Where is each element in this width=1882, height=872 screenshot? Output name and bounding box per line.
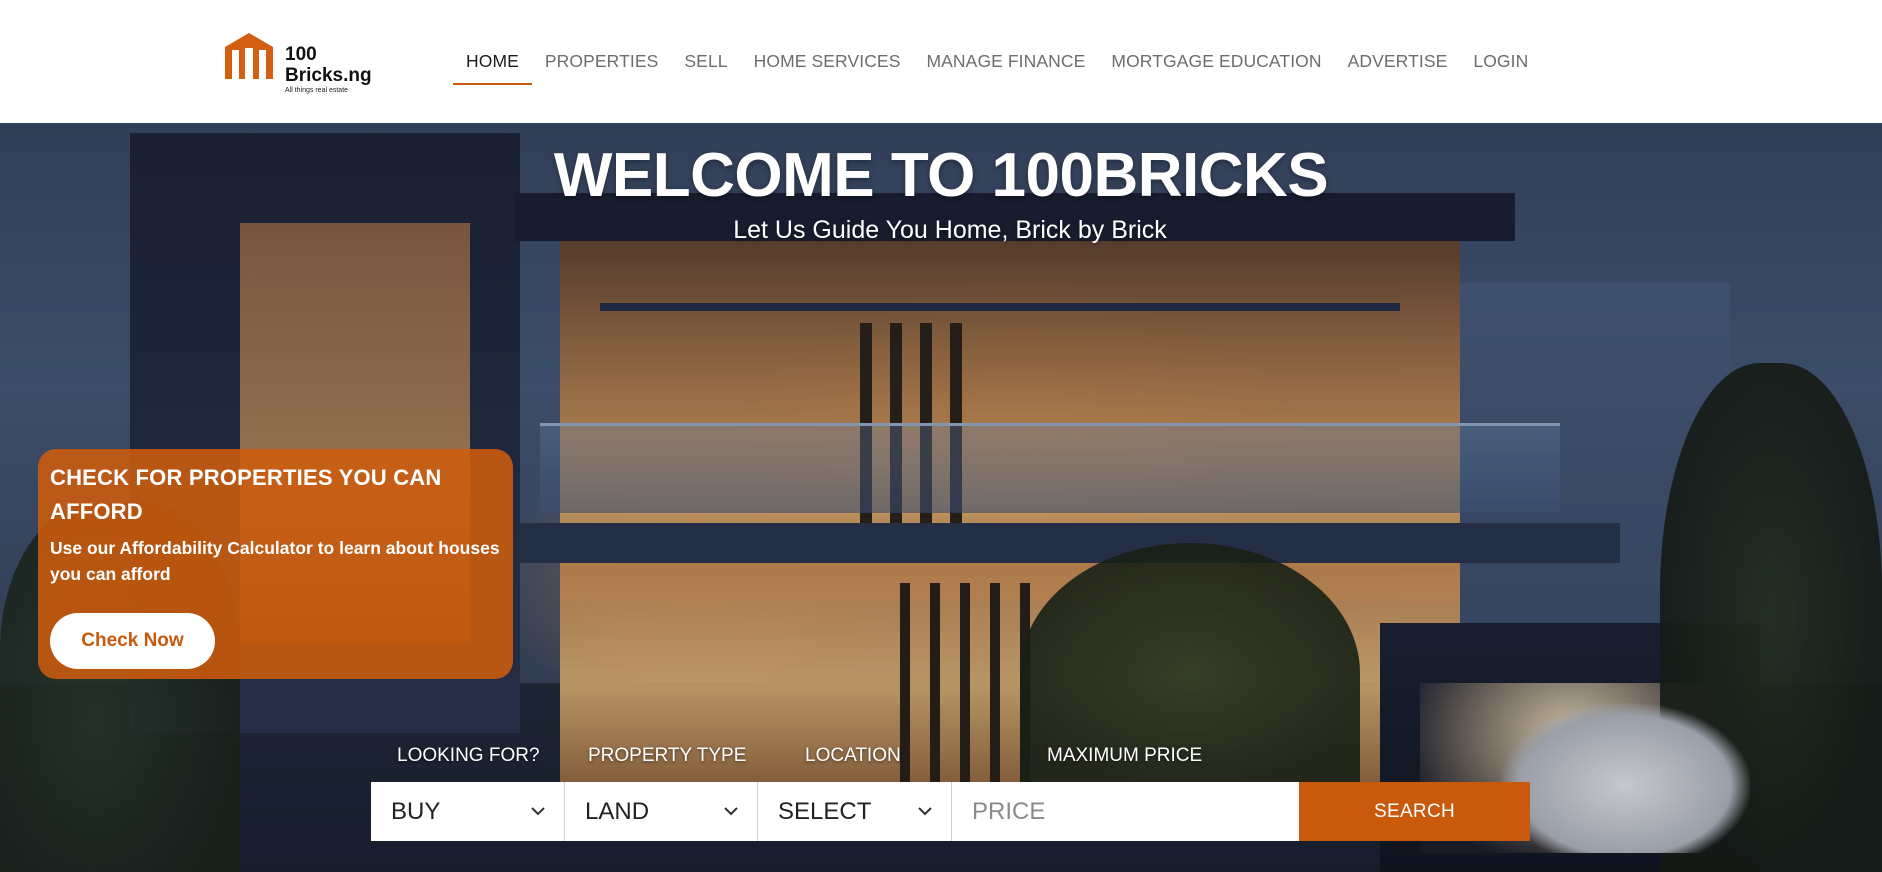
looking-for-value: BUY: [391, 797, 441, 825]
nav-advertise[interactable]: ADVERTISE: [1335, 0, 1461, 123]
chevron-down-icon: [918, 807, 932, 816]
nav-login[interactable]: LOGIN: [1460, 0, 1541, 123]
location-select[interactable]: SELECT: [758, 782, 952, 841]
main-nav: HOME PROPERTIES SELL HOME SERVICES MANAG…: [453, 0, 1541, 123]
looking-for-label: LOOKING FOR?: [397, 745, 540, 766]
site-header: 100 Bricks.ng All things real estate HOM…: [0, 0, 1882, 123]
chevron-down-icon: [724, 807, 738, 816]
affordability-card: CHECK FOR PROPERTIES YOU CAN AFFORD Use …: [38, 449, 513, 679]
site-logo[interactable]: 100 Bricks.ng All things real estate: [223, 29, 383, 94]
property-type-label: PROPERTY TYPE: [588, 745, 747, 766]
location-label: LOCATION: [805, 745, 901, 766]
affordability-description: Use our Affordability Calculator to lear…: [50, 538, 500, 584]
maximum-price-label: MAXIMUM PRICE: [1047, 745, 1203, 766]
property-type-value: LAND: [585, 797, 650, 825]
nav-home[interactable]: HOME: [453, 0, 532, 123]
property-type-select[interactable]: LAND: [565, 782, 758, 841]
max-price-input[interactable]: PRICE: [952, 782, 1299, 841]
affordability-title: CHECK FOR PROPERTIES YOU CAN AFFORD: [50, 465, 442, 524]
nav-sell[interactable]: SELL: [671, 0, 740, 123]
nav-home-services[interactable]: HOME SERVICES: [741, 0, 914, 123]
nav-properties[interactable]: PROPERTIES: [532, 0, 672, 123]
chevron-down-icon: [531, 807, 545, 816]
nav-manage-finance[interactable]: MANAGE FINANCE: [913, 0, 1098, 123]
hero-title: WELCOME TO 100BRICKS: [553, 141, 1329, 210]
logo-tagline: All things real estate: [285, 87, 349, 94]
location-value: SELECT: [778, 797, 872, 825]
hero-subtitle: Let Us Guide You Home, Brick by Brick: [733, 216, 1167, 244]
logo-line-1: 100: [285, 44, 317, 65]
looking-for-select[interactable]: BUY: [371, 782, 565, 841]
nav-mortgage-education[interactable]: MORTGAGE EDUCATION: [1098, 0, 1334, 123]
logo-line-2: Bricks.ng: [285, 65, 372, 86]
search-button[interactable]: SEARCH: [1299, 782, 1530, 841]
check-now-button[interactable]: Check Now: [50, 613, 215, 669]
house-logo-icon: [225, 33, 273, 79]
logo-wordmark: 100 Bricks.ng All things real estate: [285, 45, 372, 94]
